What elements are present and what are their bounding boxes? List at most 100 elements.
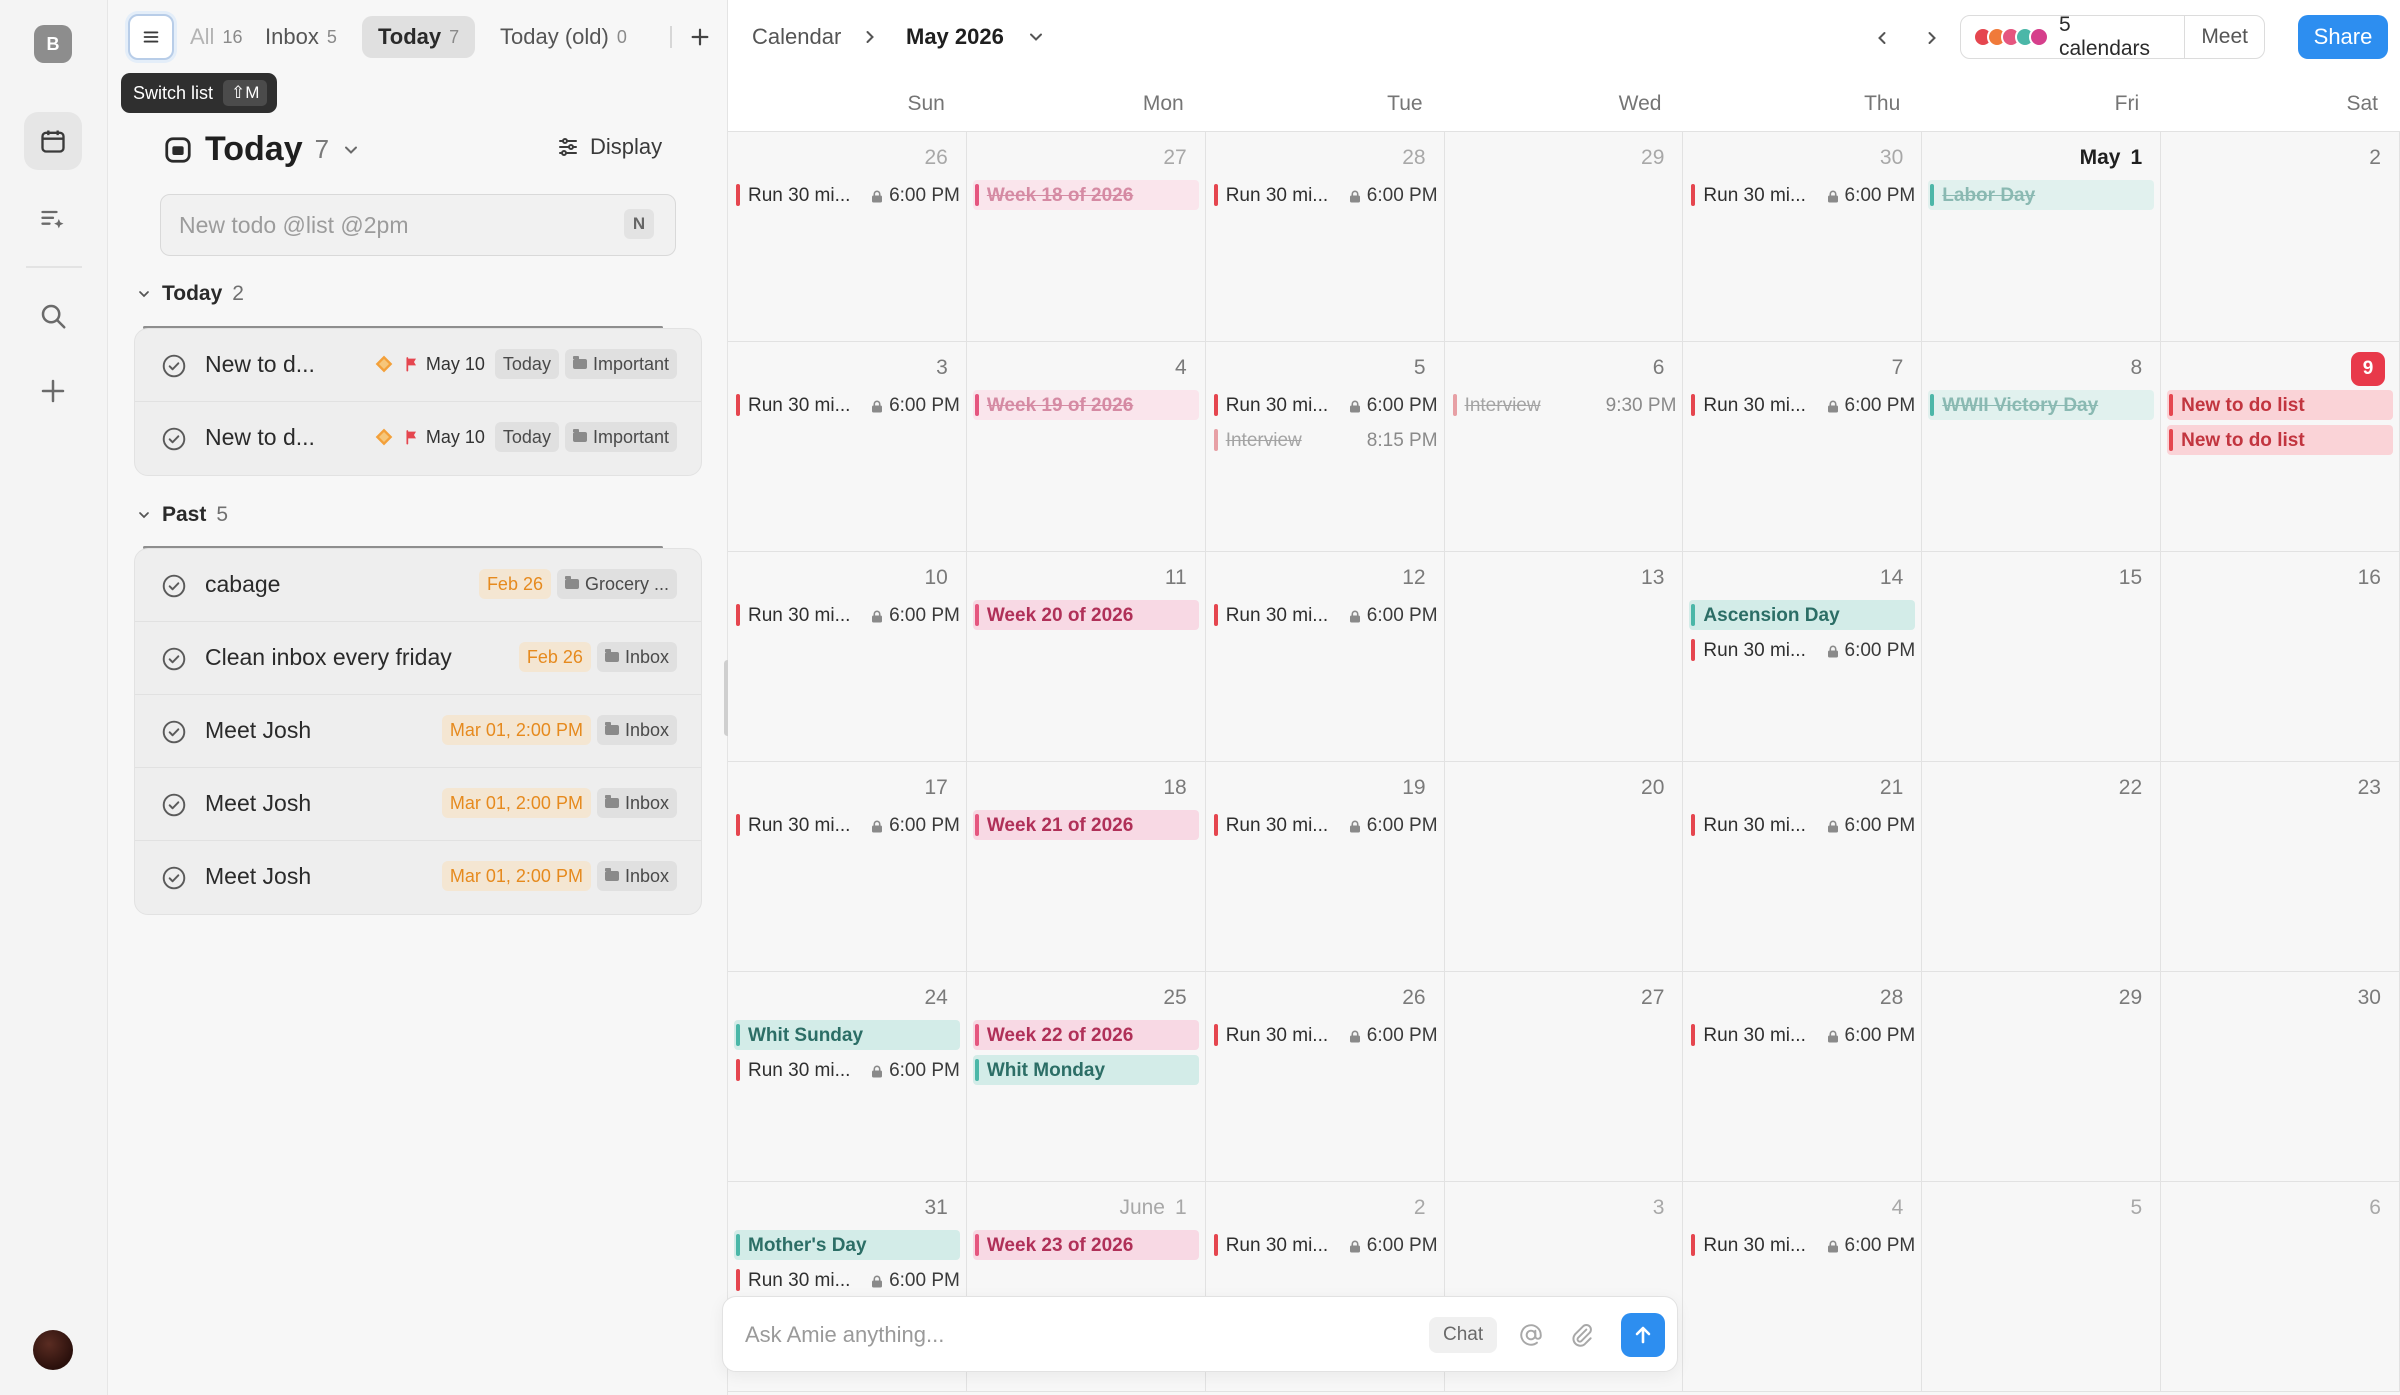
list-title[interactable]: Today 7 — [163, 130, 361, 169]
calendar-event[interactable]: Run 30 mi... 6:00 PM — [1212, 1230, 1438, 1260]
day-cell[interactable]: 29 — [1444, 132, 1684, 342]
new-todo-input[interactable] — [160, 194, 676, 256]
day-cell[interactable]: 27 Week 18 of 2026 — [966, 132, 1206, 342]
tag-chip[interactable]: Today — [494, 422, 559, 452]
day-cell[interactable]: 26 Run 30 mi... 6:00 PM — [728, 132, 967, 342]
todo-checkbox[interactable] — [161, 719, 187, 745]
calendar-event[interactable]: Run 30 mi... 6:00 PM — [734, 600, 960, 630]
calendar-nav-button[interactable] — [24, 112, 82, 170]
date-chip[interactable]: Feb 26 — [518, 642, 591, 672]
day-cell[interactable]: 28 Run 30 mi... 6:00 PM — [1683, 972, 1923, 1182]
day-cell[interactable]: 5 Run 30 mi... 6:00 PM Interview 8:15 PM — [1205, 342, 1445, 552]
calendar-event[interactable]: Run 30 mi... 6:00 PM — [1212, 600, 1438, 630]
section-header-past[interactable]: Past 5 — [136, 503, 228, 527]
day-cell[interactable]: 29 — [1922, 972, 2162, 1182]
day-cell[interactable]: 20 — [1444, 762, 1684, 972]
calendar-event[interactable]: Run 30 mi... 6:00 PM — [1212, 1020, 1438, 1050]
calendar-event[interactable]: Run 30 mi... 6:00 PM — [1689, 810, 1915, 840]
calendar-event[interactable]: WWII Victory Day — [1928, 390, 2155, 420]
day-cell[interactable]: 13 — [1444, 552, 1684, 762]
next-month-button[interactable] — [1916, 22, 1948, 54]
add-nav-button[interactable] — [24, 362, 82, 420]
list-chip[interactable]: Inbox — [596, 861, 677, 891]
check-circle-icon[interactable] — [161, 646, 187, 672]
day-cell[interactable]: 26 Run 30 mi... 6:00 PM — [1205, 972, 1445, 1182]
day-cell[interactable]: 19 Run 30 mi... 6:00 PM — [1205, 762, 1445, 972]
day-cell[interactable]: 6 — [2161, 1182, 2400, 1392]
calendar-event[interactable]: Run 30 mi... 6:00 PM — [1689, 1230, 1915, 1260]
calendar-event[interactable]: New to do list — [2167, 425, 2393, 455]
calendar-event[interactable]: Run 30 mi... 6:00 PM — [1212, 390, 1438, 420]
calendar-event[interactable]: Week 23 of 2026 — [972, 1230, 1199, 1260]
day-cell[interactable]: 2 — [2161, 132, 2400, 342]
check-circle-icon[interactable] — [161, 865, 187, 891]
calendar-event[interactable]: Run 30 mi... 6:00 PM — [734, 810, 960, 840]
todo-checkbox[interactable] — [161, 646, 187, 672]
day-cell[interactable]: 5 — [1922, 1182, 2162, 1392]
calendar-event[interactable]: New to do list — [2167, 390, 2393, 420]
todo-row[interactable]: Meet Josh Mar 01, 2:00 PM Inbox — [135, 841, 701, 914]
tab-today-old[interactable]: Today (old) 0 — [484, 16, 643, 58]
check-circle-icon[interactable] — [161, 792, 187, 818]
search-nav-button[interactable] — [24, 287, 82, 345]
day-cell[interactable]: 4 Week 19 of 2026 — [966, 342, 1206, 552]
prev-month-button[interactable] — [1866, 22, 1898, 54]
day-cell[interactable]: 23 — [2161, 762, 2400, 972]
calendar-event[interactable]: Run 30 mi... 6:00 PM — [1212, 810, 1438, 840]
due-date-chip[interactable]: May 10 — [400, 349, 489, 379]
calendar-event[interactable]: Run 30 mi... 6:00 PM — [1689, 635, 1915, 665]
list-chip[interactable]: Inbox — [596, 788, 677, 818]
list-chip[interactable]: Grocery ... — [556, 569, 677, 599]
day-cell[interactable]: 14 Ascension Day Run 30 mi... 6:00 PM — [1683, 552, 1923, 762]
day-cell[interactable]: 10 Run 30 mi... 6:00 PM — [728, 552, 967, 762]
day-cell[interactable]: 16 — [2161, 552, 2400, 762]
section-header-today[interactable]: Today 2 — [136, 282, 244, 306]
day-cell[interactable]: 30 Run 30 mi... 6:00 PM — [1683, 132, 1923, 342]
add-list-button[interactable] — [685, 22, 715, 52]
send-button[interactable] — [1621, 1313, 1665, 1357]
day-cell[interactable]: 15 — [1922, 552, 2162, 762]
day-cell[interactable]: 28 Run 30 mi... 6:00 PM — [1205, 132, 1445, 342]
meet-button[interactable]: Meet — [2185, 25, 2264, 49]
date-chip[interactable]: Mar 01, 2:00 PM — [441, 861, 591, 891]
calendar-event[interactable]: Run 30 mi... 6:00 PM — [1212, 180, 1438, 210]
calendar-event[interactable]: Week 18 of 2026 — [972, 180, 1199, 210]
due-date-chip[interactable]: May 10 — [400, 422, 489, 452]
list-chip[interactable]: Important — [564, 349, 677, 379]
month-label[interactable]: May 2026 — [906, 24, 1004, 50]
todo-row[interactable]: Meet Josh Mar 01, 2:00 PM Inbox — [135, 768, 701, 841]
date-chip[interactable]: Mar 01, 2:00 PM — [441, 788, 591, 818]
chat-mode-chip[interactable]: Chat — [1429, 1317, 1498, 1353]
calendar-event[interactable]: Week 21 of 2026 — [972, 810, 1199, 840]
user-avatar[interactable] — [33, 1330, 73, 1370]
list-chip[interactable]: Inbox — [596, 642, 677, 672]
list-chip[interactable]: Inbox — [596, 715, 677, 745]
day-cell[interactable]: 12 Run 30 mi... 6:00 PM — [1205, 552, 1445, 762]
day-cell[interactable]: 7 Run 30 mi... 6:00 PM — [1683, 342, 1923, 552]
day-cell[interactable]: 8 WWII Victory Day — [1922, 342, 2162, 552]
calendars-selector[interactable]: 5 calendars Meet — [1960, 13, 2265, 60]
calendar-event[interactable]: Labor Day — [1928, 180, 2155, 210]
calendar-event[interactable]: Run 30 mi... 6:00 PM — [734, 1265, 960, 1295]
tab-inbox[interactable]: Inbox 5 — [249, 16, 353, 58]
check-circle-icon[interactable] — [161, 573, 187, 599]
todo-checkbox[interactable] — [161, 792, 187, 818]
display-button[interactable]: Display — [556, 134, 662, 160]
day-cell[interactable]: 3 Run 30 mi... 6:00 PM — [728, 342, 967, 552]
todo-row[interactable]: New to d... May 10 Today Important — [135, 402, 701, 475]
day-cell[interactable]: 30 — [2161, 972, 2400, 1182]
calendar-event[interactable]: Whit Sunday — [734, 1020, 960, 1050]
check-circle-icon[interactable] — [161, 353, 187, 379]
calendar-event[interactable]: Run 30 mi... 6:00 PM — [1689, 180, 1915, 210]
day-cell[interactable]: 11 Week 20 of 2026 — [966, 552, 1206, 762]
mention-button[interactable] — [1515, 1319, 1547, 1351]
day-cell[interactable]: 25 Week 22 of 2026 Whit Monday — [966, 972, 1206, 1182]
day-cell[interactable]: May 1 Labor Day — [1922, 132, 2162, 342]
calendar-event[interactable]: Run 30 mi... 6:00 PM — [734, 180, 960, 210]
calendar-event[interactable]: Interview 8:15 PM — [1212, 425, 1438, 455]
attach-button[interactable] — [1566, 1319, 1598, 1351]
tab-all[interactable]: All 16 — [174, 16, 258, 58]
day-cell[interactable]: 24 Whit Sunday Run 30 mi... 6:00 PM — [728, 972, 967, 1182]
list-chip[interactable]: Important — [564, 422, 677, 452]
calendar-event[interactable]: Interview 9:30 PM — [1451, 390, 1676, 420]
